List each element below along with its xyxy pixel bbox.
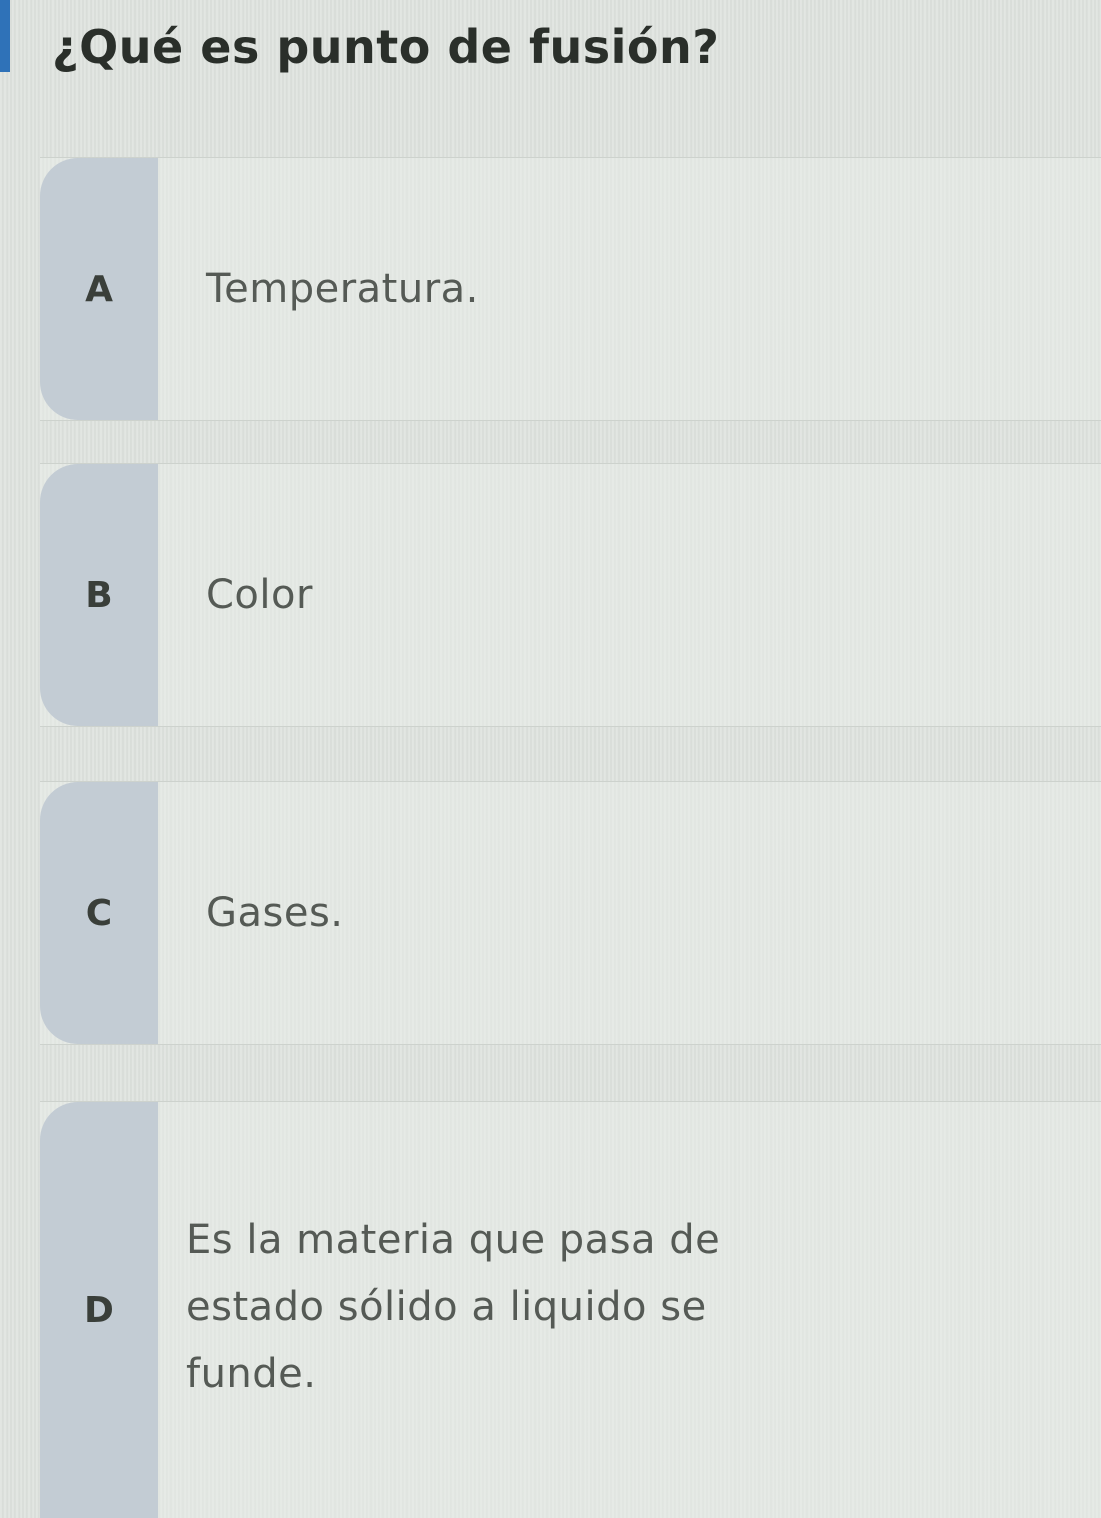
option-letter-box: A: [40, 158, 158, 420]
option-text: Gases.: [206, 889, 344, 936]
answer-option-b[interactable]: B Color: [40, 463, 1101, 727]
option-letter: A: [85, 268, 113, 310]
question-title: ¿Qué es punto de fusión?: [52, 20, 720, 74]
option-letter-box: B: [40, 464, 158, 726]
option-text: Color: [206, 571, 313, 618]
answer-option-a[interactable]: A Temperatura.: [40, 157, 1101, 421]
option-text: Temperatura.: [206, 265, 479, 312]
option-letter-box: C: [40, 782, 158, 1044]
option-text: Es la materia que pasa de estado sólido …: [186, 1216, 721, 1397]
answer-option-c[interactable]: C Gases.: [40, 781, 1101, 1045]
option-letter: D: [84, 1289, 114, 1331]
option-letter: C: [85, 892, 113, 934]
answer-option-d[interactable]: D Es la materia que pasa de estado sólid…: [40, 1101, 1101, 1518]
option-letter: B: [85, 574, 113, 616]
option-letter-box: D: [40, 1102, 158, 1518]
accent-bar: [0, 0, 10, 72]
